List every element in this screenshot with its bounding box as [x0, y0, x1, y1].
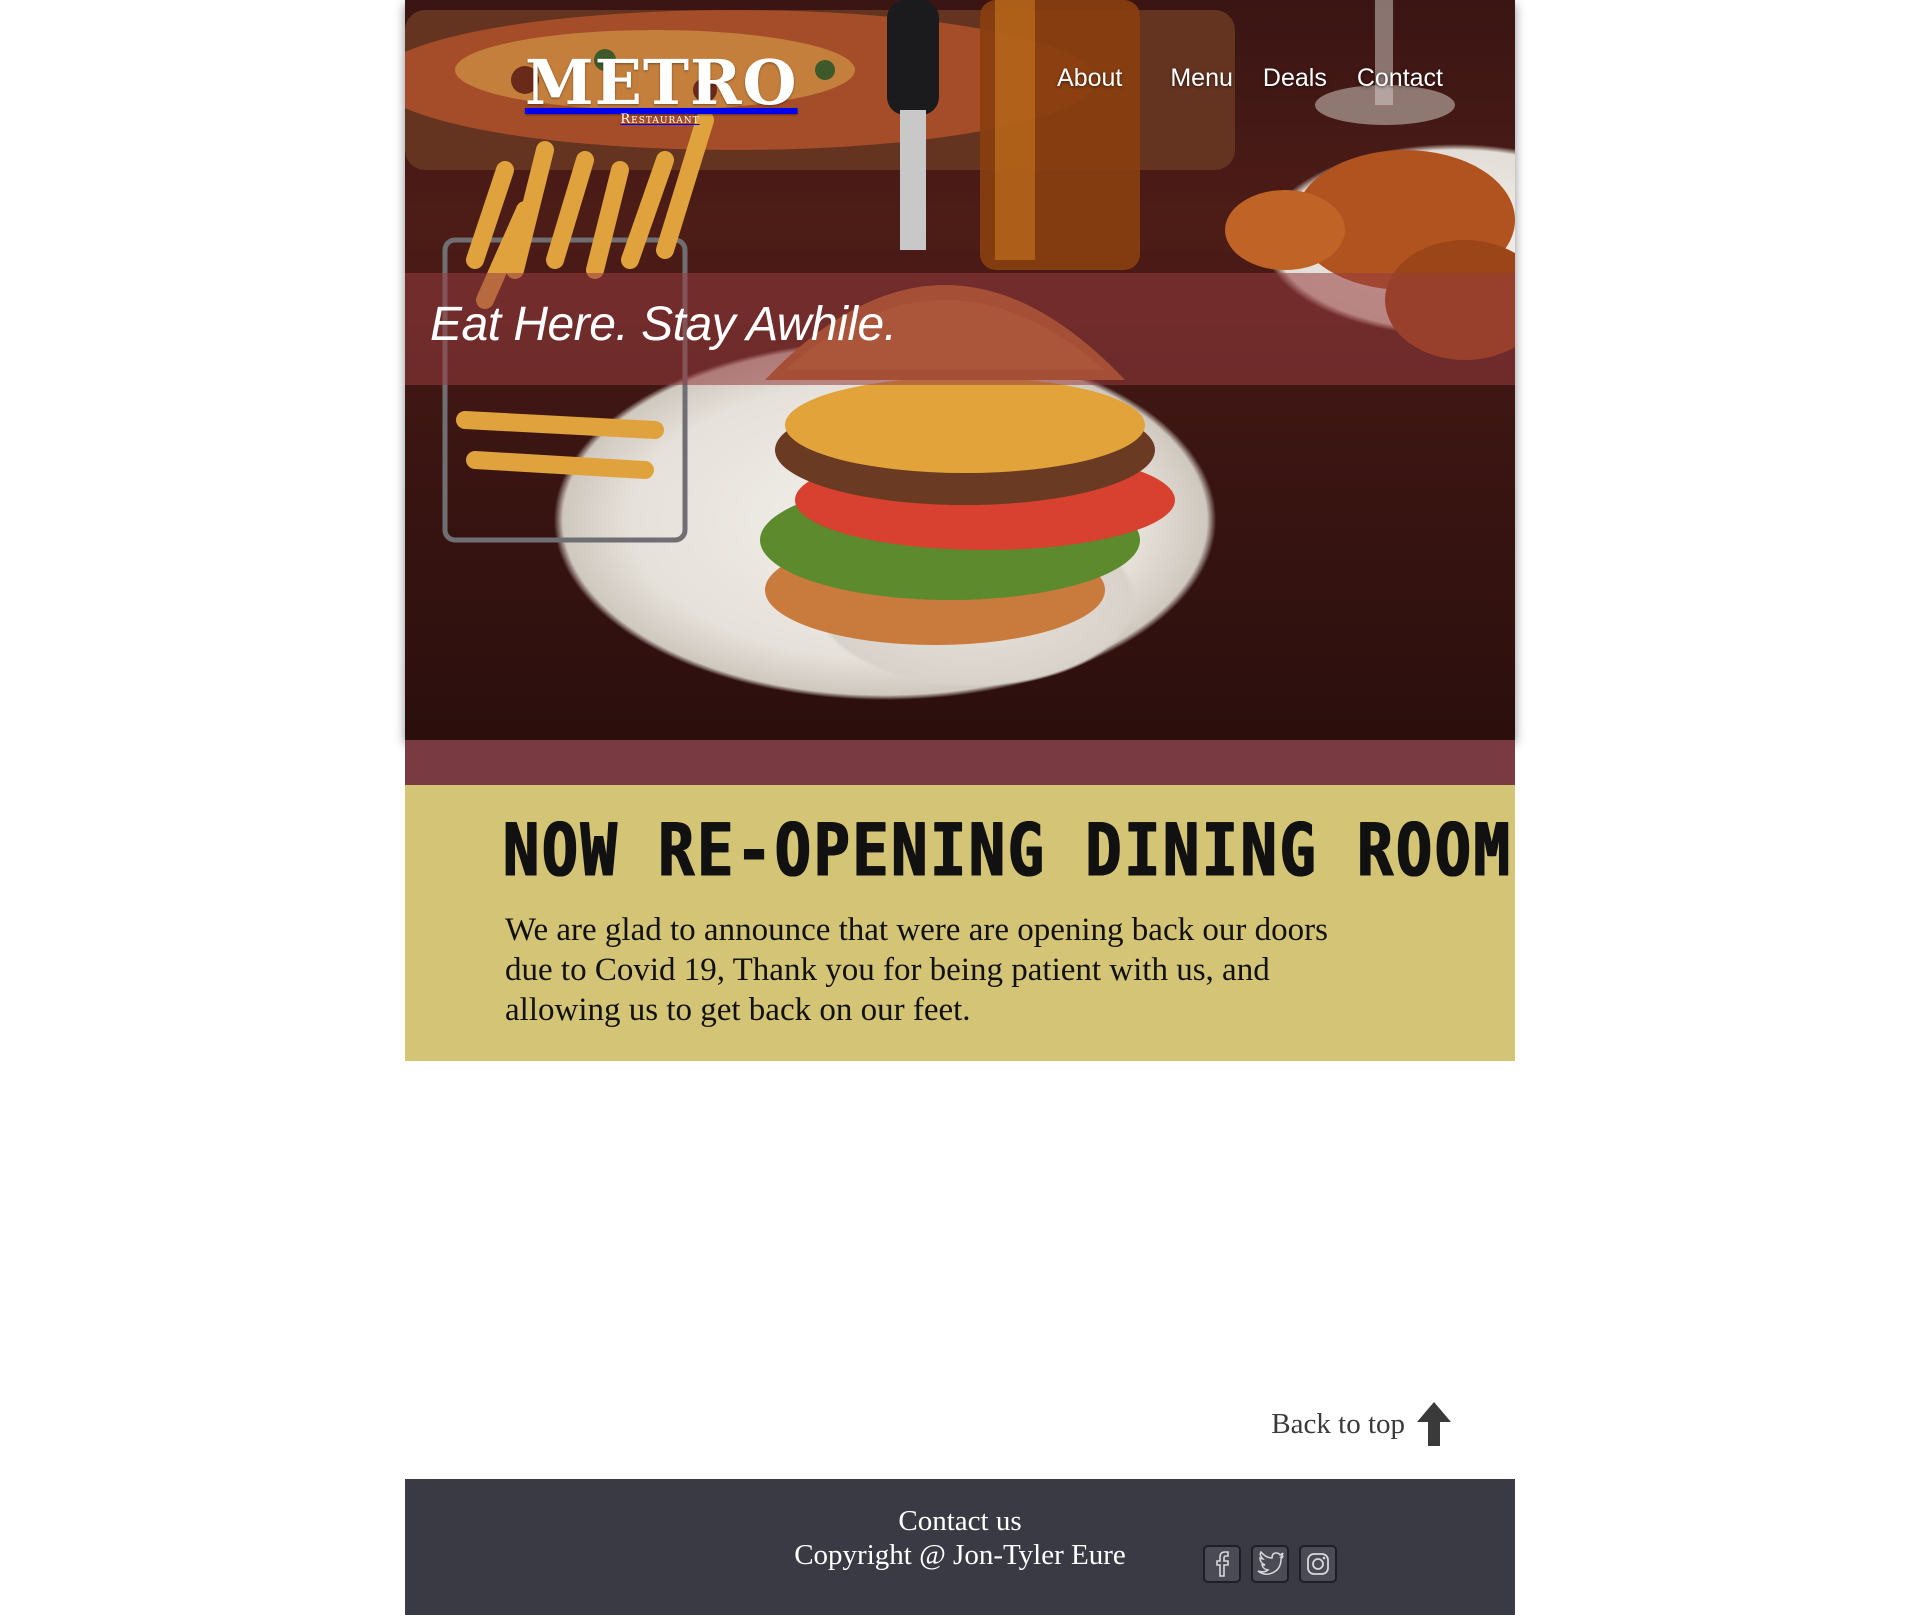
nav-link-menu[interactable]: Menu: [1170, 64, 1233, 93]
divider-strip: [405, 740, 1515, 785]
arrow-up-icon: [1417, 1402, 1451, 1446]
tagline-band: Eat Here. Stay Awhile.: [405, 273, 1515, 385]
hero-tagline: Eat Here. Stay Awhile.: [430, 298, 897, 351]
nav-link-deals[interactable]: Deals: [1263, 64, 1327, 93]
announcement-body: We are glad to announce that were are op…: [505, 912, 1328, 1028]
footer-contact-link[interactable]: Contact us: [405, 1505, 1515, 1538]
footer-copyright: Copyright @ Jon-Tyler Eure: [794, 1539, 1126, 1571]
page: METRO Restaurant About Menu Deals Contac…: [405, 0, 1515, 1615]
back-to-top-link[interactable]: Back to top: [1271, 1402, 1451, 1446]
hero-banner: METRO Restaurant About Menu Deals Contac…: [405, 0, 1515, 740]
site-footer: Contact us Copyright @ Jon-Tyler Eure: [405, 1479, 1515, 1615]
instagram-icon[interactable]: [1299, 1545, 1337, 1583]
logo-wordmark: METRO: [525, 46, 798, 119]
twitter-icon[interactable]: [1251, 1545, 1289, 1583]
announcement-title: NOW RE-OPENING DINING ROOM: [503, 807, 1513, 894]
metro-logo[interactable]: METRO Restaurant: [525, 46, 798, 130]
nav-link-about[interactable]: About: [1057, 64, 1122, 93]
announcement-section: NOW RE-OPENING DINING ROOM We are glad t…: [405, 785, 1515, 1061]
social-links: [1203, 1545, 1337, 1583]
main-nav: About Menu Deals Contact: [1057, 64, 1443, 93]
nav-link-contact[interactable]: Contact: [1357, 64, 1443, 93]
back-to-top-label: Back to top: [1271, 1407, 1405, 1440]
facebook-icon[interactable]: [1203, 1545, 1241, 1583]
